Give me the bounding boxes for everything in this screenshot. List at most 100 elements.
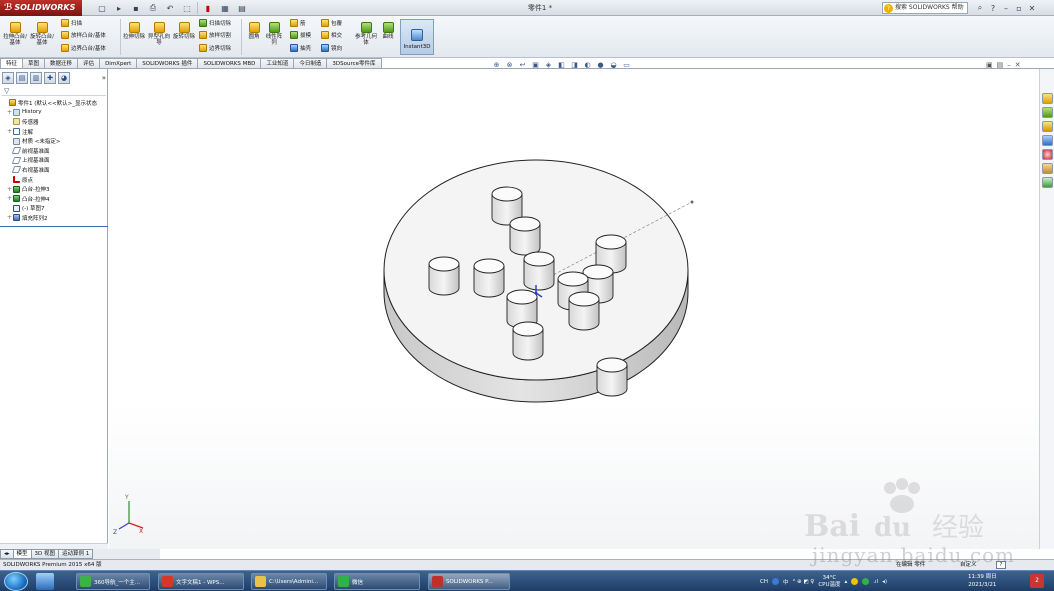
scroll-arrows[interactable]: ◂▸ bbox=[0, 549, 14, 559]
property-manager-tab-icon[interactable]: ▤ bbox=[16, 72, 28, 84]
display-manager-tab-icon[interactable]: ◕ bbox=[58, 72, 70, 84]
appearances-icon[interactable] bbox=[1042, 149, 1053, 160]
more-tabs-icon[interactable]: » bbox=[102, 72, 106, 84]
taskbar-app[interactable]: 微信 bbox=[334, 573, 420, 590]
resources-icon[interactable] bbox=[1042, 93, 1053, 104]
tile-icon[interactable]: ▣ bbox=[986, 61, 993, 69]
dimxpert-manager-tab-icon[interactable]: ✚ bbox=[44, 72, 56, 84]
fillet-button[interactable]: 圆角 bbox=[245, 22, 263, 40]
print-icon[interactable]: ⎙ bbox=[146, 2, 160, 14]
open-icon[interactable]: ▸ bbox=[112, 2, 126, 14]
volume-icon[interactable]: ◂) bbox=[882, 579, 887, 585]
taskbar-app[interactable]: 文字文稿1 - WPS... bbox=[158, 573, 244, 590]
cylinder-pin[interactable] bbox=[512, 321, 544, 361]
filter-icon[interactable]: ▽ bbox=[2, 87, 106, 96]
revolve-boss-button[interactable]: 旋转凸台/基体 bbox=[30, 22, 54, 46]
expand-toggle-icon[interactable]: + bbox=[7, 214, 12, 221]
save-icon[interactable]: ▪ bbox=[129, 2, 143, 14]
zoom-area-icon[interactable]: ⊗ bbox=[505, 61, 514, 69]
wrap-button[interactable]: 包覆 bbox=[321, 19, 342, 27]
reference-geometry-button[interactable]: 参考几何体 bbox=[355, 22, 377, 46]
file-explorer-icon[interactable] bbox=[1042, 121, 1053, 132]
view-palette-icon[interactable] bbox=[1042, 135, 1053, 146]
tree-item[interactable]: 前视基准面 bbox=[0, 146, 108, 156]
shell-button[interactable]: 抽壳 bbox=[290, 44, 311, 52]
hide-show-icon[interactable]: ◐ bbox=[583, 61, 592, 69]
taskbar-app[interactable]: SOLIDWORKS P... bbox=[428, 573, 510, 590]
view-orientation-icon[interactable]: ◧ bbox=[557, 61, 566, 69]
mirror-button[interactable]: 镜向 bbox=[321, 44, 342, 52]
temperature-widget[interactable]: 34°C CPU温度 bbox=[818, 575, 840, 589]
cylinder-pin[interactable] bbox=[568, 291, 600, 331]
rib-button[interactable]: 筋 bbox=[290, 19, 306, 27]
feature-manager-tab-icon[interactable]: ◈ bbox=[2, 72, 14, 84]
custom-properties-icon[interactable] bbox=[1042, 163, 1053, 174]
cylinder-pin[interactable] bbox=[509, 216, 541, 256]
taskbar-app[interactable]: C:\Users\Admini... bbox=[251, 573, 327, 590]
solidworks-logo[interactable]: ℬSOLIDWORKS ▸ bbox=[0, 0, 82, 28]
tab-model[interactable]: 模型 bbox=[12, 549, 32, 559]
extrude-boss-button[interactable]: 拉伸凸台/基体 bbox=[3, 22, 27, 46]
boundary-boss-button[interactable]: 边界凸台/基体 bbox=[61, 44, 106, 52]
tree-item[interactable]: 材质 <未指定> bbox=[0, 136, 108, 146]
undo-icon[interactable]: ↶ bbox=[163, 2, 177, 14]
taskbar-app[interactable]: 360导航_一个主... bbox=[76, 573, 150, 590]
tree-item[interactable]: 零件1 (默认<<默认>_显示状态 bbox=[0, 98, 108, 108]
tree-item[interactable]: + 凸台-拉伸4 bbox=[0, 194, 108, 204]
sweep-button[interactable]: 扫描 bbox=[61, 19, 82, 27]
tray-arrow-icon[interactable]: ▴ bbox=[845, 579, 848, 585]
draft-button[interactable]: 拔模 bbox=[290, 31, 311, 39]
cylinder-pin[interactable] bbox=[473, 258, 505, 298]
tray-app-icon[interactable] bbox=[851, 578, 859, 585]
tab-motion-study[interactable]: 运动算例 1 bbox=[58, 549, 94, 559]
expand-toggle-icon[interactable]: + bbox=[7, 195, 12, 202]
revolve-cut-button[interactable]: 旋转切除 bbox=[173, 22, 195, 40]
options-icon[interactable]: ▤ bbox=[235, 2, 249, 14]
start-button[interactable] bbox=[4, 572, 28, 591]
tree-item[interactable]: 右视基准面 bbox=[0, 165, 108, 175]
cylinder-pin[interactable] bbox=[428, 256, 460, 296]
tray-settings-icon[interactable]: ° ⊕ ◩ ♀ bbox=[793, 579, 815, 585]
network-icon[interactable]: .ıl bbox=[873, 579, 878, 585]
rebuild-icon[interactable]: ▮ bbox=[201, 2, 215, 14]
configuration-manager-tab-icon[interactable]: ▥ bbox=[30, 72, 42, 84]
doc-minimize-icon[interactable]: – bbox=[1007, 61, 1011, 69]
select-icon[interactable]: ⬚ bbox=[180, 2, 194, 14]
sweep-cut-button[interactable]: 扫描切除 bbox=[199, 19, 231, 27]
design-library-icon[interactable] bbox=[1042, 107, 1053, 118]
boundary-cut-button[interactable]: 边界切除 bbox=[199, 44, 231, 52]
tree-item[interactable]: 原点 bbox=[0, 175, 108, 185]
tree-item[interactable]: (-) 草图7 bbox=[0, 204, 108, 214]
previous-view-icon[interactable]: ↩ bbox=[518, 61, 527, 69]
loft-cut-button[interactable]: 放样切割 bbox=[199, 31, 231, 39]
tree-item[interactable]: + History bbox=[0, 108, 108, 118]
tab-3d-view[interactable]: 3D 视图 bbox=[30, 549, 60, 559]
restore-icon[interactable]: ▫ bbox=[1014, 2, 1024, 14]
expand-toggle-icon[interactable]: + bbox=[7, 186, 12, 193]
cascade-icon[interactable]: ▤ bbox=[997, 61, 1004, 69]
rollback-bar[interactable] bbox=[0, 226, 108, 227]
clock[interactable]: 11:39 周日 2021/3/21 bbox=[968, 573, 997, 589]
search-icon[interactable]: ⌕ bbox=[975, 2, 985, 14]
expand-toggle-icon[interactable]: + bbox=[7, 128, 12, 135]
reference-triad[interactable]: X Y Z bbox=[113, 494, 144, 536]
zoom-to-fit-icon[interactable]: ⊕ bbox=[492, 61, 501, 69]
doc-close-icon[interactable]: ✕ bbox=[1015, 61, 1021, 69]
cylinder-pin[interactable] bbox=[596, 357, 628, 397]
cylinder-pin[interactable] bbox=[523, 251, 555, 291]
view-settings-icon[interactable]: ▭ bbox=[622, 61, 631, 69]
hole-wizard-button[interactable]: 异型孔向导 bbox=[148, 22, 170, 46]
ime-indicator[interactable]: CH bbox=[760, 579, 768, 585]
tree-item[interactable]: + 填充阵列2 bbox=[0, 213, 108, 223]
file-properties-icon[interactable]: ▦ bbox=[218, 2, 232, 14]
tray-wechat-icon[interactable] bbox=[862, 578, 870, 585]
minimize-icon[interactable]: – bbox=[1001, 2, 1011, 14]
graphics-area[interactable]: X Y Z bbox=[109, 69, 1039, 549]
pinned-app-icon[interactable] bbox=[36, 573, 54, 590]
help-search-input[interactable]: ? 搜索 SOLIDWORKS 帮助 bbox=[882, 2, 968, 14]
help-icon[interactable]: ? bbox=[988, 2, 998, 14]
dynamic-annotation-icon[interactable]: ◈ bbox=[544, 61, 553, 69]
intersect-button[interactable]: 相交 bbox=[321, 31, 342, 39]
ime-language[interactable]: 中 bbox=[783, 578, 789, 586]
section-view-icon[interactable]: ▣ bbox=[531, 61, 540, 69]
